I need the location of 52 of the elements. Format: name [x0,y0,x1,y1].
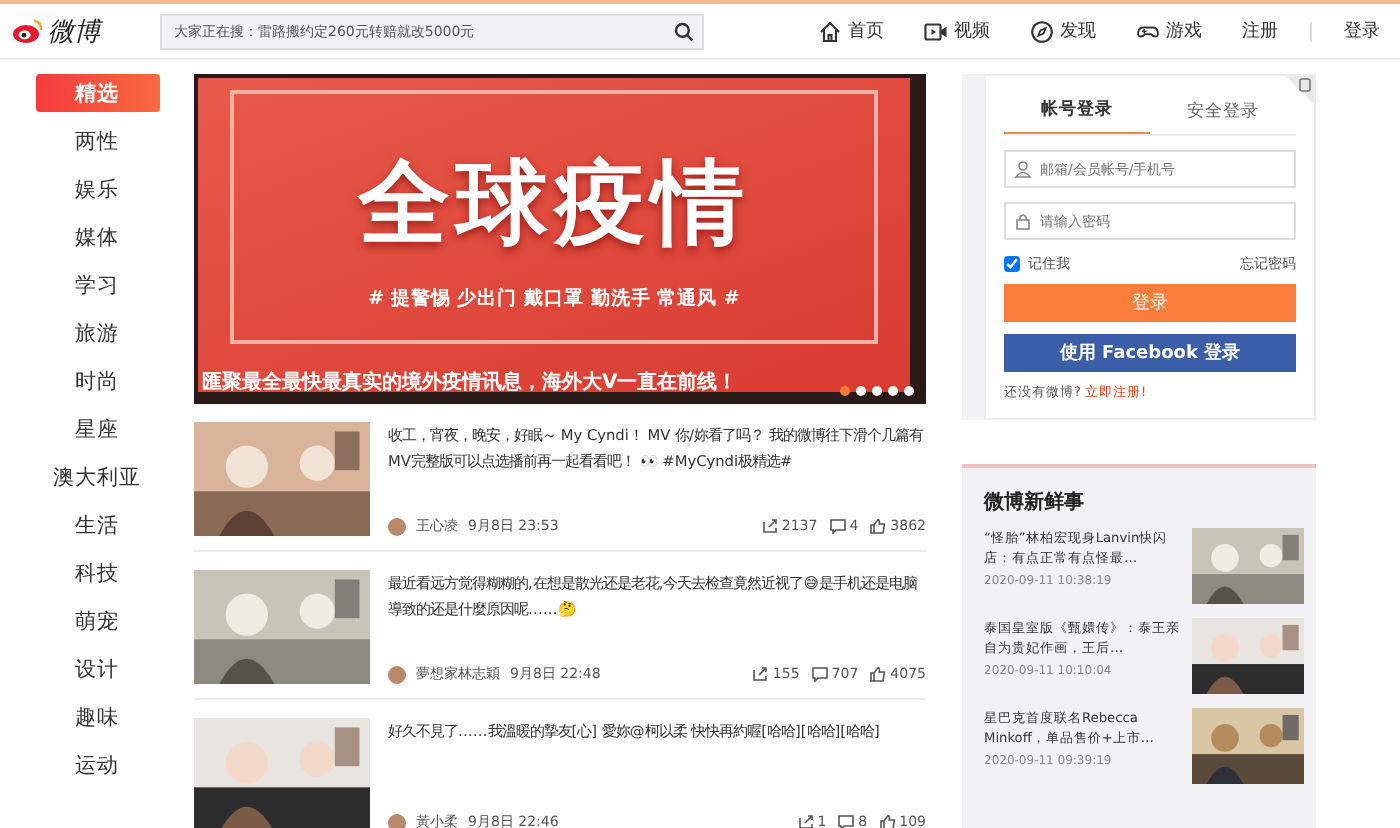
category-item[interactable]: 科技 [35,554,159,592]
nav-link[interactable]: 首页 [818,18,884,44]
login-tab[interactable]: 安全登录 [1150,84,1296,134]
thumbs-up-icon[interactable] [870,518,887,534]
category-item[interactable]: 时尚 [35,362,159,400]
remember-checkbox[interactable] [1004,256,1020,272]
login-tab[interactable]: 帐号登录 [1004,84,1150,134]
category-item[interactable]: 萌宠 [35,602,159,640]
banner-headline: 全球疫情 [358,146,750,260]
carousel-dot[interactable] [888,386,898,396]
category-item[interactable]: 澳大利亚 [35,458,159,496]
category-item[interactable]: 旅游 [35,314,159,352]
home-icon [818,19,842,43]
comment-icon[interactable] [811,666,828,682]
avatar[interactable] [388,665,406,683]
share-icon[interactable] [797,814,814,828]
banner[interactable]: 全球疫情 # 提警惕 少出门 戴口罩 勤洗手 常通风 # 匯聚最全最快最真实的境外疫情讯息，海外大V一直在前线！ [194,74,926,404]
nav-link[interactable]: 游戏 [1136,18,1202,44]
facebook-login-button[interactable]: 使用 Facebook 登录 [1004,334,1296,372]
category-item[interactable]: 趣味 [35,698,159,736]
comment-icon[interactable] [838,814,855,828]
category-item[interactable]: 两性 [35,122,159,160]
comment-icon[interactable] [829,518,846,534]
share-icon[interactable] [752,666,769,682]
news-title: 微博新鲜事 [984,488,1086,516]
carousel-dot[interactable] [904,386,914,396]
category-item[interactable]: 设计 [35,650,159,688]
compass-icon [1030,19,1054,43]
search-icon[interactable] [674,21,694,41]
category-item[interactable]: 生活 [35,506,159,544]
logo-text[interactable]: 微博 [48,13,100,49]
thumbs-up-icon[interactable] [879,814,896,828]
register-link[interactable]: 注册 [1242,18,1278,44]
category-item[interactable]: 媒体 [35,218,159,256]
category-item[interactable]: 学习 [35,266,159,304]
avatar[interactable] [388,813,406,828]
thumbs-up-icon[interactable] [870,666,887,682]
category-item[interactable]: 运动 [35,746,159,784]
carousel-dot[interactable] [840,386,850,396]
category-item[interactable]: 娱乐 [35,170,159,208]
video-icon [924,19,948,43]
eye-logo-icon [12,18,44,44]
nav-link[interactable]: 视频 [924,18,990,44]
share-icon[interactable] [761,518,778,534]
nav-link[interactable]: 发现 [1030,18,1096,44]
carousel-dot[interactable] [856,386,866,396]
banner-tagline: # 提警惕 少出门 戴口罩 勤洗手 常通风 # [368,286,740,312]
avatar[interactable] [388,517,406,535]
category-item[interactable]: 星座 [35,410,159,448]
login-link[interactable]: 登录 [1344,18,1380,44]
carousel-dot[interactable] [872,386,882,396]
banner-caption: 匯聚最全最快最真实的境外疫情讯息，海外大V一直在前线！ [202,368,738,396]
